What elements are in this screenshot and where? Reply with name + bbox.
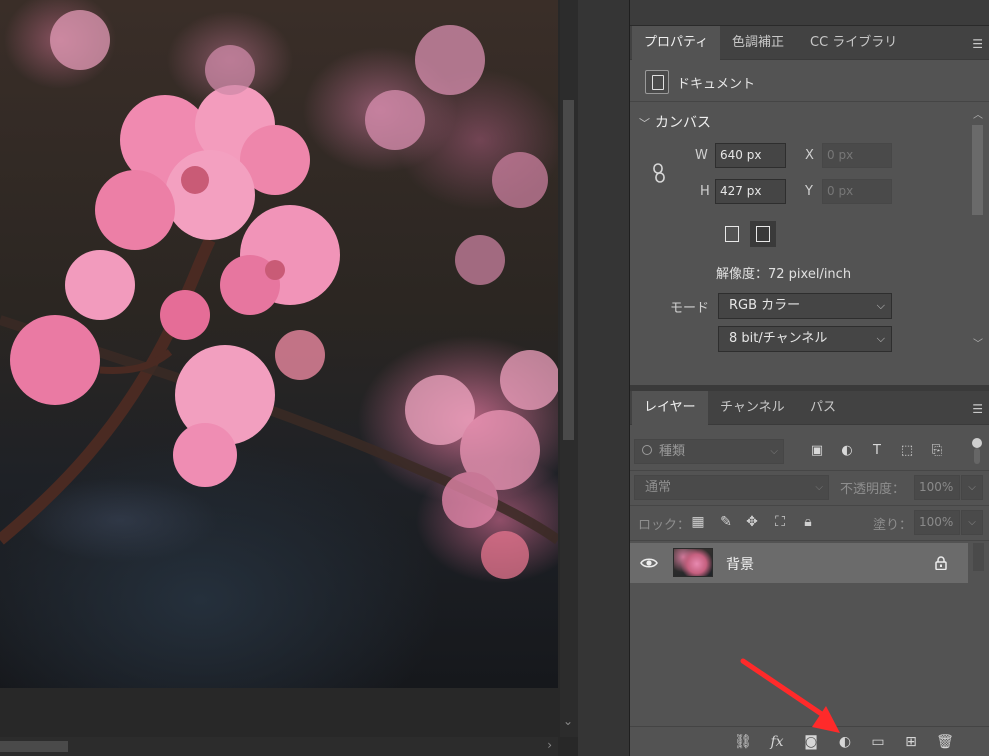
properties-scrollbar[interactable]: ︿ ﹀ — [969, 103, 987, 353]
blossom-illustration — [0, 10, 558, 579]
width-field[interactable]: 640 px — [715, 143, 786, 168]
height-field[interactable]: 427 px — [715, 179, 786, 204]
scroll-up-icon[interactable]: ︿ — [973, 106, 983, 121]
tab-cc-libraries[interactable]: CC ライブラリ — [798, 26, 909, 60]
filter-pixel-layers-icon[interactable]: ▣ — [808, 442, 826, 460]
lock-image-pixels-icon[interactable]: ✎ — [717, 513, 735, 531]
chevron-down-icon: ⌵ — [876, 332, 885, 345]
tab-adjustments[interactable]: 色調補正 — [720, 26, 796, 60]
document-canvas-area[interactable]: › — [0, 0, 560, 756]
opacity-field[interactable]: 100% — [914, 475, 960, 500]
lock-position-icon[interactable]: ✥ — [743, 513, 761, 531]
resolution-text: 解像度：72 pixel/inch — [716, 267, 852, 282]
panel-menu-icon[interactable]: ☰ — [972, 37, 983, 51]
layers-footer-toolbar: ⛓ fx ◙ ◐ ▭ ⊞ 🗑︎ — [630, 726, 989, 756]
filter-adjustment-layers-icon[interactable]: ◐ — [838, 442, 856, 460]
layer-kind-filter[interactable]: 種類 ⌵ — [634, 439, 784, 464]
document-row: ドキュメント — [630, 62, 989, 102]
lock-icon[interactable] — [935, 556, 947, 570]
layer-kind-filter-value: 種類 — [659, 444, 686, 459]
delete-layer-trash-icon[interactable]: 🗑︎ — [935, 732, 955, 752]
fill-label: 塗り： — [873, 518, 913, 533]
new-adjustment-layer-icon[interactable]: ◐ — [835, 732, 855, 752]
filter-shape-layers-icon[interactable]: ⬚ — [898, 442, 916, 460]
bit-depth-select[interactable]: 8 bit/チャンネル ⌵ — [718, 326, 892, 352]
chevron-down-icon: ⌵ — [770, 446, 778, 457]
height-label: H — [700, 184, 710, 199]
landscape-orientation-button[interactable] — [750, 221, 776, 247]
y-label: Y — [805, 184, 813, 199]
landscape-icon — [756, 226, 770, 242]
canvas-hscroll-thumb[interactable] — [0, 741, 68, 752]
color-mode-value: RGB カラー — [729, 298, 801, 313]
document-label: ドキュメント — [677, 77, 756, 92]
new-group-folder-icon[interactable]: ▭ — [868, 732, 888, 752]
layer-row[interactable]: 背景 — [630, 543, 968, 583]
divider — [630, 540, 989, 541]
toggle-track — [974, 448, 980, 464]
right-panel: プロパティ 色調補正 CC ライブラリ ☰ ドキュメント ﹀ カンバス W 640… — [630, 0, 989, 756]
chevron-down-icon: ⌵ — [815, 482, 823, 493]
divider — [630, 470, 989, 471]
portrait-orientation-button[interactable] — [719, 221, 745, 247]
blend-mode-select[interactable]: 通常 ⌵ — [634, 475, 829, 500]
canvas-vscroll-thumb[interactable] — [563, 100, 574, 440]
properties-tabbar: プロパティ 色調補正 CC ライブラリ ☰ — [630, 26, 989, 60]
link-layers-icon[interactable]: ⛓ — [733, 732, 753, 752]
panel-dock-gutter — [578, 0, 630, 756]
toggle-knob — [972, 438, 982, 448]
canvas-horizontal-scrollbar[interactable]: › — [0, 737, 558, 756]
canvas-section-header[interactable]: ﹀ カンバス — [639, 112, 711, 132]
lock-label: ロック： — [638, 518, 691, 533]
scroll-down-icon[interactable]: ﹀ — [973, 335, 983, 350]
layers-tabbar: レイヤー チャンネル パス ☰ — [630, 391, 989, 425]
peach-blossom-photo[interactable] — [0, 0, 558, 688]
layer-name[interactable]: 背景 — [726, 554, 754, 574]
bit-depth-value: 8 bit/チャンネル — [729, 331, 828, 346]
lock-artboard-icon[interactable]: ⛶ — [771, 513, 789, 531]
fill-dropdown[interactable]: ⌵ — [961, 510, 983, 535]
opacity-dropdown[interactable]: ⌵ — [961, 475, 983, 500]
canvas-vertical-scrollbar[interactable]: ⌄ — [560, 0, 578, 737]
layers-scrollbar[interactable] — [970, 543, 988, 723]
tab-channels[interactable]: チャンネル — [708, 391, 797, 425]
chevron-down-icon[interactable]: ﹀ — [639, 115, 655, 131]
width-label: W — [695, 148, 708, 163]
portrait-icon — [725, 226, 739, 242]
color-mode-select[interactable]: RGB カラー ⌵ — [718, 293, 892, 319]
layer-style-fx-icon[interactable]: fx — [767, 732, 787, 752]
canvas-section: ﹀ カンバス W 640 px X 0 px H 427 px Y 0 px 解像… — [630, 103, 989, 383]
canvas-section-title: カンバス — [655, 115, 711, 131]
x-field[interactable]: 0 px — [822, 143, 892, 168]
opacity-label: 不透明度： — [840, 482, 906, 497]
divider — [630, 505, 989, 506]
panel-header-strip — [630, 0, 989, 26]
tab-paths[interactable]: パス — [798, 391, 848, 425]
fill-field[interactable]: 100% — [914, 510, 960, 535]
layer-filter-toggle[interactable] — [970, 438, 984, 466]
mode-label: モード — [670, 301, 710, 316]
chevron-down-icon: ⌵ — [876, 299, 885, 312]
y-field[interactable]: 0 px — [822, 179, 892, 204]
panel-menu-icon[interactable]: ☰ — [972, 402, 983, 416]
lock-all-icon[interactable]: 🔒︎ — [799, 513, 817, 531]
layer-thumbnail[interactable] — [673, 548, 713, 577]
filter-type-layers-icon[interactable]: T — [868, 442, 886, 460]
blend-mode-value: 通常 — [645, 480, 672, 495]
filter-smart-objects-icon[interactable]: ⎘ — [928, 442, 946, 460]
eye-icon[interactable] — [640, 555, 658, 571]
tab-layers[interactable]: レイヤー — [632, 391, 708, 425]
search-icon — [642, 445, 652, 455]
properties-scroll-thumb[interactable] — [972, 125, 983, 215]
x-label: X — [805, 148, 814, 163]
link-dimensions-icon[interactable] — [652, 163, 666, 183]
tab-properties[interactable]: プロパティ — [632, 26, 721, 60]
document-icon — [645, 70, 669, 94]
lock-transparent-pixels-icon[interactable]: ▦ — [689, 513, 707, 531]
new-layer-icon[interactable]: ⊞ — [901, 732, 921, 752]
scroll-right-icon[interactable]: › — [547, 738, 552, 752]
scroll-down-icon[interactable]: ⌄ — [563, 714, 573, 728]
add-mask-icon[interactable]: ◙ — [801, 732, 821, 752]
layers-scroll-thumb[interactable] — [973, 543, 984, 571]
